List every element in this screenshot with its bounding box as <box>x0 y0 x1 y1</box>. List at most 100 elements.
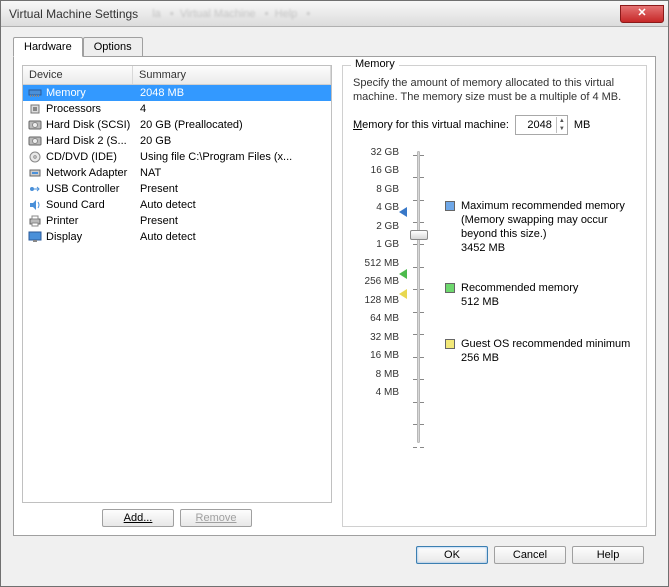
tick-label: 64 MB <box>353 313 399 325</box>
device-summary: Using file C:\Program Files (x... <box>134 151 331 163</box>
device-name: CD/DVD (IDE) <box>46 151 134 163</box>
legend-max-value: 3452 MB <box>461 241 636 255</box>
close-button[interactable]: ✕ <box>620 5 664 23</box>
device-name: Printer <box>46 215 134 227</box>
tick-label: 32 MB <box>353 332 399 344</box>
table-row[interactable]: Network AdapterNAT <box>23 165 331 181</box>
square-yellow-icon <box>445 339 455 349</box>
hdd-icon <box>27 118 43 132</box>
net-icon <box>27 166 43 180</box>
legend-rec-value: 512 MB <box>461 295 578 309</box>
spinner-arrows[interactable]: ▲▼ <box>556 117 567 133</box>
cpu-icon <box>27 102 43 116</box>
slider-area: 32 GB16 GB8 GB4 GB2 GB1 GB512 MB256 MB12… <box>353 147 636 447</box>
tick-label: 32 GB <box>353 147 399 159</box>
dialog-buttons: OK Cancel Help <box>13 536 656 574</box>
left-pane: Device Summary Memory2048 MBProcessors4H… <box>22 65 332 527</box>
ok-button[interactable]: OK <box>416 546 488 564</box>
device-summary: NAT <box>134 167 331 179</box>
add-button[interactable]: Add... <box>102 509 174 527</box>
device-list: Device Summary Memory2048 MBProcessors4H… <box>22 65 332 503</box>
table-row[interactable]: USB ControllerPresent <box>23 181 331 197</box>
marker-recommended-icon <box>399 269 407 279</box>
hdd-icon <box>27 134 43 148</box>
legend-rec-title: Recommended memory <box>461 281 578 295</box>
square-green-icon <box>445 283 455 293</box>
table-row[interactable]: Hard Disk 2 (S...20 GB <box>23 133 331 149</box>
tick-label: 512 MB <box>353 258 399 270</box>
usb-icon <box>27 182 43 196</box>
right-pane: Memory Specify the amount of memory allo… <box>342 65 647 527</box>
device-name: Display <box>46 231 134 243</box>
tab-hardware[interactable]: Hardware <box>13 37 83 57</box>
legend-min-value: 256 MB <box>461 351 630 365</box>
device-summary: 20 GB <box>134 135 331 147</box>
sound-icon <box>27 198 43 212</box>
device-name: Hard Disk (SCSI) <box>46 119 134 131</box>
table-row[interactable]: Hard Disk (SCSI)20 GB (Preallocated) <box>23 117 331 133</box>
legend-min: Guest OS recommended minimum 256 MB <box>445 337 630 366</box>
device-name: USB Controller <box>46 183 134 195</box>
device-name: Hard Disk 2 (S... <box>46 135 134 147</box>
tick-label: 16 MB <box>353 350 399 362</box>
legend-min-title: Guest OS recommended minimum <box>461 337 630 351</box>
list-header: Device Summary <box>23 66 331 85</box>
device-summary: Auto detect <box>134 231 331 243</box>
memory-input[interactable] <box>516 119 556 131</box>
memory-input-row: Memory for this virtual machine: ▲▼ MB <box>353 115 636 135</box>
titlebar-background-text: la • Virtual Machine • Help • <box>138 8 310 20</box>
device-buttons: Add... Remove <box>22 509 332 527</box>
legend-column: Maximum recommended memory (Memory swapp… <box>437 147 636 447</box>
slider-thumb[interactable] <box>410 230 428 240</box>
device-summary: Present <box>134 183 331 195</box>
table-row[interactable]: CD/DVD (IDE)Using file C:\Program Files … <box>23 149 331 165</box>
tick-label: 4 MB <box>353 387 399 399</box>
tick-labels: 32 GB16 GB8 GB4 GB2 GB1 GB512 MB256 MB12… <box>353 147 399 447</box>
window-title: Virtual Machine Settings <box>5 7 138 21</box>
help-button[interactable]: Help <box>572 546 644 564</box>
device-summary: 20 GB (Preallocated) <box>134 119 331 131</box>
table-row[interactable]: Processors4 <box>23 101 331 117</box>
spinner-up-icon[interactable]: ▲ <box>557 117 567 125</box>
device-name: Memory <box>46 87 134 99</box>
tick-label: 2 GB <box>353 221 399 233</box>
memory-input-label: Memory for this virtual machine: <box>353 119 509 131</box>
tick-label: 1 GB <box>353 239 399 251</box>
column-header-device[interactable]: Device <box>23 66 133 84</box>
table-row[interactable]: PrinterPresent <box>23 213 331 229</box>
device-summary: Present <box>134 215 331 227</box>
tab-panel: Device Summary Memory2048 MBProcessors4H… <box>13 56 656 536</box>
tick-label: 16 GB <box>353 165 399 177</box>
memory-group: Memory Specify the amount of memory allo… <box>342 65 647 527</box>
tick-label: 4 GB <box>353 202 399 214</box>
marker-min-icon <box>399 289 407 299</box>
tick-label: 8 MB <box>353 369 399 381</box>
memory-description: Specify the amount of memory allocated t… <box>353 76 636 105</box>
display-icon <box>27 230 43 244</box>
tick-label: 256 MB <box>353 276 399 288</box>
tab-strip: Hardware Options <box>13 37 656 57</box>
square-blue-icon <box>445 201 455 211</box>
column-header-summary[interactable]: Summary <box>133 66 331 84</box>
device-name: Processors <box>46 103 134 115</box>
cd-icon <box>27 150 43 164</box>
list-body[interactable]: Memory2048 MBProcessors4Hard Disk (SCSI)… <box>23 85 331 502</box>
legend-max-note: (Memory swapping may occur beyond this s… <box>461 213 636 242</box>
slider-track-wrap[interactable] <box>407 147 429 447</box>
group-title: Memory <box>351 58 399 70</box>
table-row[interactable]: Memory2048 MB <box>23 85 331 101</box>
device-summary: 2048 MB <box>134 87 331 99</box>
content-area: Hardware Options Device Summary Memory20… <box>1 27 668 586</box>
table-row[interactable]: Sound CardAuto detect <box>23 197 331 213</box>
spinner-down-icon[interactable]: ▼ <box>557 125 567 133</box>
table-row[interactable]: DisplayAuto detect <box>23 229 331 245</box>
tick-marks <box>413 151 424 443</box>
device-name: Network Adapter <box>46 167 134 179</box>
memory-spinner[interactable]: ▲▼ <box>515 115 568 135</box>
tick-label: 8 GB <box>353 184 399 196</box>
remove-button[interactable]: Remove <box>180 509 252 527</box>
tab-options[interactable]: Options <box>83 37 143 57</box>
cancel-button[interactable]: Cancel <box>494 546 566 564</box>
legend-max: Maximum recommended memory (Memory swapp… <box>445 199 636 256</box>
device-summary: 4 <box>134 103 331 115</box>
